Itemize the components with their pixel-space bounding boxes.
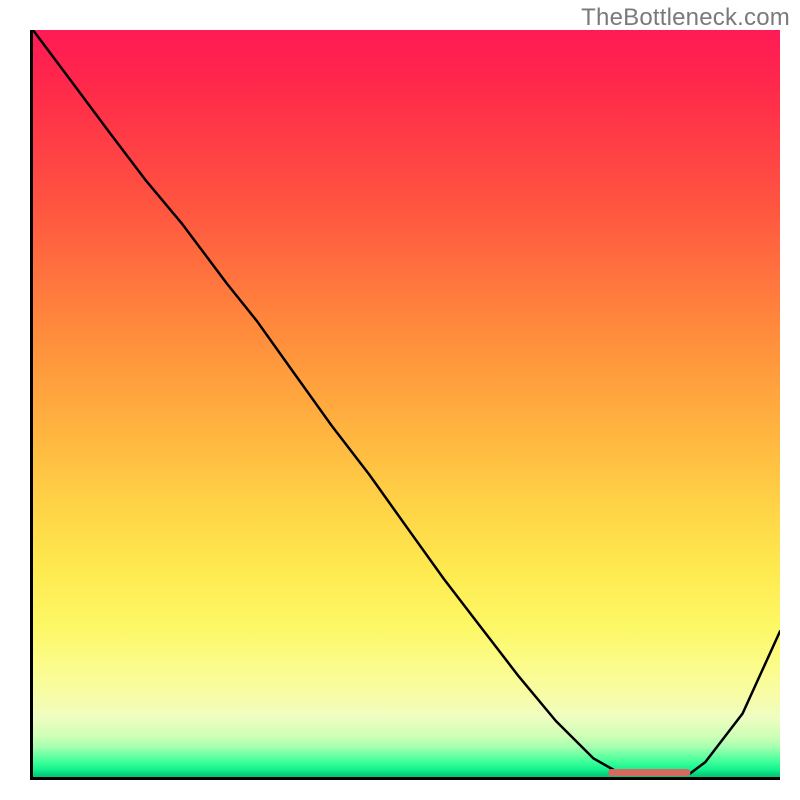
watermark-text: TheBottleneck.com <box>581 4 790 32</box>
bottleneck-curve <box>33 30 780 775</box>
chart-container: TheBottleneck.com <box>0 0 800 800</box>
curve-layer <box>33 30 780 777</box>
plot-area <box>30 30 780 780</box>
